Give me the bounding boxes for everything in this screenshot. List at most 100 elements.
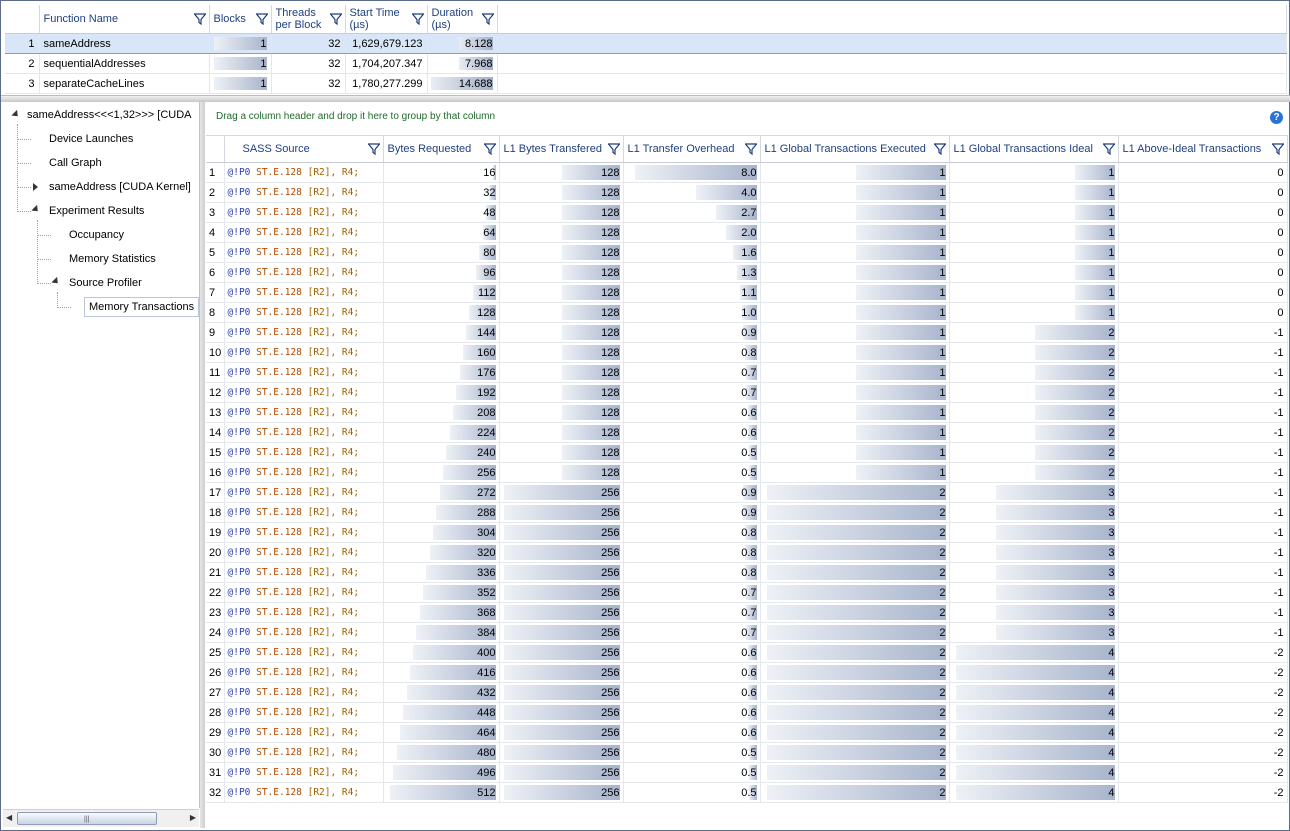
function-column-header[interactable]: Function Name — [39, 5, 210, 34]
tree-item[interactable]: Memory Transactions — [84, 297, 199, 317]
filter-funnel-icon[interactable] — [744, 143, 757, 155]
function-column-header[interactable]: Threads per Block — [271, 5, 346, 34]
source-row[interactable]: 16 @!P0 ST.E.128 [R2], R4; 256 128 0.5 1 2 -1 — [206, 462, 1288, 483]
source-row[interactable]: 28 @!P0 ST.E.128 [R2], R4; 448 256 0.6 2 4 -2 — [206, 702, 1288, 723]
tree-item[interactable]: Call Graph — [49, 153, 102, 173]
filter-funnel-icon[interactable] — [1271, 143, 1284, 155]
source-row[interactable]: 27 @!P0 ST.E.128 [R2], R4; 432 256 0.6 2 4 -2 — [206, 682, 1288, 703]
source-row[interactable]: 1 @!P0 ST.E.128 [R2], R4; 16 128 8.0 1 1 0 — [206, 162, 1288, 183]
l1-bytes-transfered-value: 128 — [601, 366, 620, 379]
source-row[interactable]: 7 @!P0 ST.E.128 [R2], R4; 112 128 1.1 1 1 0 — [206, 282, 1288, 303]
l1-bytes-transfered-cell: 128 — [499, 182, 624, 203]
source-row[interactable]: 17 @!P0 ST.E.128 [R2], R4; 272 256 0.9 2 3 -1 — [206, 482, 1288, 503]
tree-item[interactable]: Device Launches — [49, 129, 133, 149]
l1-global-transactions-executed-bar — [855, 285, 946, 300]
source-column-header[interactable]: L1 Global Transactions Executed — [760, 135, 950, 163]
l1-bytes-transfered-cell: 256 — [499, 562, 624, 583]
l1-global-transactions-executed-cell: 1 — [760, 362, 950, 383]
source-row[interactable]: 31 @!P0 ST.E.128 [R2], R4; 496 256 0.5 2 4 -2 — [206, 762, 1288, 783]
tree-root-kernel-launch[interactable]: sameAddress<<<1,32>>> [CUDA — [27, 105, 191, 125]
function-column-header[interactable]: Start Time (µs) — [345, 5, 428, 34]
source-column-header[interactable]: L1 Above-Ideal Transactions — [1118, 135, 1288, 163]
tree-item[interactable]: sameAddress [CUDA Kernel] — [49, 177, 191, 197]
tree-item[interactable]: Source Profiler — [69, 273, 142, 293]
l1-global-transactions-ideal-value: 3 — [1108, 626, 1115, 639]
l1-transfer-overhead-value: 1.0 — [741, 306, 757, 319]
function-row[interactable]: 2 sequentialAddresses 1 32 1,704,207.347 7.96… — [5, 53, 1287, 74]
source-row[interactable]: 9 @!P0 ST.E.128 [R2], R4; 144 128 0.9 1 2 -1 — [206, 322, 1288, 343]
bytes-requested-value: 304 — [477, 526, 496, 539]
l1-global-transactions-executed-cell: 1 — [760, 162, 950, 183]
bytes-requested-cell: 400 — [383, 642, 500, 663]
filter-funnel-icon[interactable] — [483, 143, 496, 155]
source-row[interactable]: 32 @!P0 ST.E.128 [R2], R4; 512 256 0.5 2 4 -2 — [206, 782, 1288, 803]
source-row[interactable]: 15 @!P0 ST.E.128 [R2], R4; 240 128 0.5 1 2 -1 — [206, 442, 1288, 463]
source-row[interactable]: 19 @!P0 ST.E.128 [R2], R4; 304 256 0.8 2 3 -1 — [206, 522, 1288, 543]
tree-expand-arrow-icon[interactable] — [11, 109, 21, 120]
scroll-left-arrow-icon[interactable]: ◀ — [6, 813, 12, 822]
filter-funnel-icon[interactable] — [329, 13, 342, 25]
source-row[interactable]: 18 @!P0 ST.E.128 [R2], R4; 288 256 0.9 2 3 -1 — [206, 502, 1288, 523]
horizontal-splitter[interactable] — [1, 95, 1290, 102]
filter-funnel-icon[interactable] — [255, 13, 268, 25]
filter-funnel-icon[interactable] — [193, 13, 206, 25]
column-header-label: per Block — [275, 19, 322, 31]
tree-collapsed-arrow-icon[interactable] — [33, 183, 38, 191]
source-row[interactable]: 5 @!P0 ST.E.128 [R2], R4; 80 128 1.6 1 1 0 — [206, 242, 1288, 263]
function-row[interactable]: 1 sameAddress 1 32 1,629,679.123 8.128 — [5, 33, 1287, 54]
source-line-number: 15 — [206, 442, 225, 463]
source-row[interactable]: 10 @!P0 ST.E.128 [R2], R4; 160 128 0.8 1 2 -1 — [206, 342, 1288, 363]
source-column-header[interactable]: Bytes Requested — [383, 135, 500, 163]
sass-opcode: ST.E.128 — [256, 227, 308, 238]
source-row[interactable]: 29 @!P0 ST.E.128 [R2], R4; 464 256 0.6 2 4 -2 — [206, 722, 1288, 743]
source-row[interactable]: 11 @!P0 ST.E.128 [R2], R4; 176 128 0.7 1 2 -1 — [206, 362, 1288, 383]
tree-item[interactable]: Memory Statistics — [69, 249, 156, 269]
source-row[interactable]: 13 @!P0 ST.E.128 [R2], R4; 208 128 0.6 1 2 -1 — [206, 402, 1288, 423]
l1-global-transactions-ideal-cell: 4 — [949, 782, 1119, 803]
source-row[interactable]: 20 @!P0 ST.E.128 [R2], R4; 320 256 0.8 2 3 -1 — [206, 542, 1288, 563]
source-row[interactable]: 23 @!P0 ST.E.128 [R2], R4; 368 256 0.7 2 3 -1 — [206, 602, 1288, 623]
filter-funnel-icon[interactable] — [481, 13, 494, 25]
tree-item[interactable]: Occupancy — [69, 225, 124, 245]
scroll-right-arrow-icon[interactable]: ▶ — [190, 813, 196, 822]
filter-funnel-icon[interactable] — [411, 13, 424, 25]
source-row[interactable]: 8 @!P0 ST.E.128 [R2], R4; 128 128 1.0 1 1 0 — [206, 302, 1288, 323]
source-row[interactable]: 30 @!P0 ST.E.128 [R2], R4; 480 256 0.5 2 4 -2 — [206, 742, 1288, 763]
source-row[interactable]: 22 @!P0 ST.E.128 [R2], R4; 352 256 0.7 2 3 -1 — [206, 582, 1288, 603]
function-row[interactable]: 3 separateCacheLines 1 32 1,780,277.299 14.68… — [5, 73, 1287, 94]
group-by-drop-area[interactable]: Drag a column header and drop it here to… — [206, 102, 1288, 132]
filter-funnel-icon[interactable] — [607, 143, 620, 155]
tree-horizontal-scrollbar[interactable]: ◀ ||| ▶ — [3, 809, 199, 827]
source-column-header[interactable]: L1 Global Transactions Ideal — [949, 135, 1119, 163]
scrollbar-thumb[interactable]: ||| — [17, 812, 157, 825]
source-line-number: 17 — [206, 482, 225, 503]
source-column-header[interactable]: SASS Source — [224, 135, 384, 163]
function-column-header[interactable]: Duration (µs) — [427, 5, 498, 34]
source-row[interactable]: 12 @!P0 ST.E.128 [R2], R4; 192 128 0.7 1 2 -1 — [206, 382, 1288, 403]
l1-global-transactions-executed-cell: 2 — [760, 682, 950, 703]
help-icon[interactable]: ? — [1270, 111, 1283, 124]
source-row[interactable]: 6 @!P0 ST.E.128 [R2], R4; 96 128 1.3 1 1 0 — [206, 262, 1288, 283]
filter-funnel-icon[interactable] — [1102, 143, 1115, 155]
tree-expand-arrow-icon[interactable] — [51, 276, 61, 287]
source-row[interactable]: 26 @!P0 ST.E.128 [R2], R4; 416 256 0.6 2 4 -2 — [206, 662, 1288, 683]
source-row[interactable]: 4 @!P0 ST.E.128 [R2], R4; 64 128 2.0 1 1 0 — [206, 222, 1288, 243]
l1-global-transactions-executed-bar — [855, 185, 946, 200]
source-row[interactable]: 3 @!P0 ST.E.128 [R2], R4; 48 128 2.7 1 1 0 — [206, 202, 1288, 223]
source-column-header[interactable]: L1 Bytes Transfered — [499, 135, 624, 163]
source-row[interactable]: 21 @!P0 ST.E.128 [R2], R4; 336 256 0.8 2 3 -1 — [206, 562, 1288, 583]
l1-bytes-transfered-value: 256 — [601, 746, 620, 759]
source-row[interactable]: 2 @!P0 ST.E.128 [R2], R4; 32 128 4.0 1 1 0 — [206, 182, 1288, 203]
source-column-header[interactable]: L1 Transfer Overhead — [623, 135, 761, 163]
tree-item[interactable]: Experiment Results — [49, 201, 144, 221]
source-row[interactable]: 25 @!P0 ST.E.128 [R2], R4; 400 256 0.6 2 4 -2 — [206, 642, 1288, 663]
l1-global-transactions-ideal-value: 4 — [1108, 746, 1115, 759]
vertical-splitter[interactable] — [200, 102, 205, 828]
source-row[interactable]: 24 @!P0 ST.E.128 [R2], R4; 384 256 0.7 2 3 -1 — [206, 622, 1288, 643]
source-row[interactable]: 14 @!P0 ST.E.128 [R2], R4; 224 128 0.6 1 2 -1 — [206, 422, 1288, 443]
filter-funnel-icon[interactable] — [367, 143, 380, 155]
function-column-header[interactable]: Blocks — [209, 5, 272, 34]
l1-global-transactions-executed-value: 2 — [939, 526, 946, 539]
filter-funnel-icon[interactable] — [933, 143, 946, 155]
tree-expand-arrow-icon[interactable] — [31, 204, 41, 215]
